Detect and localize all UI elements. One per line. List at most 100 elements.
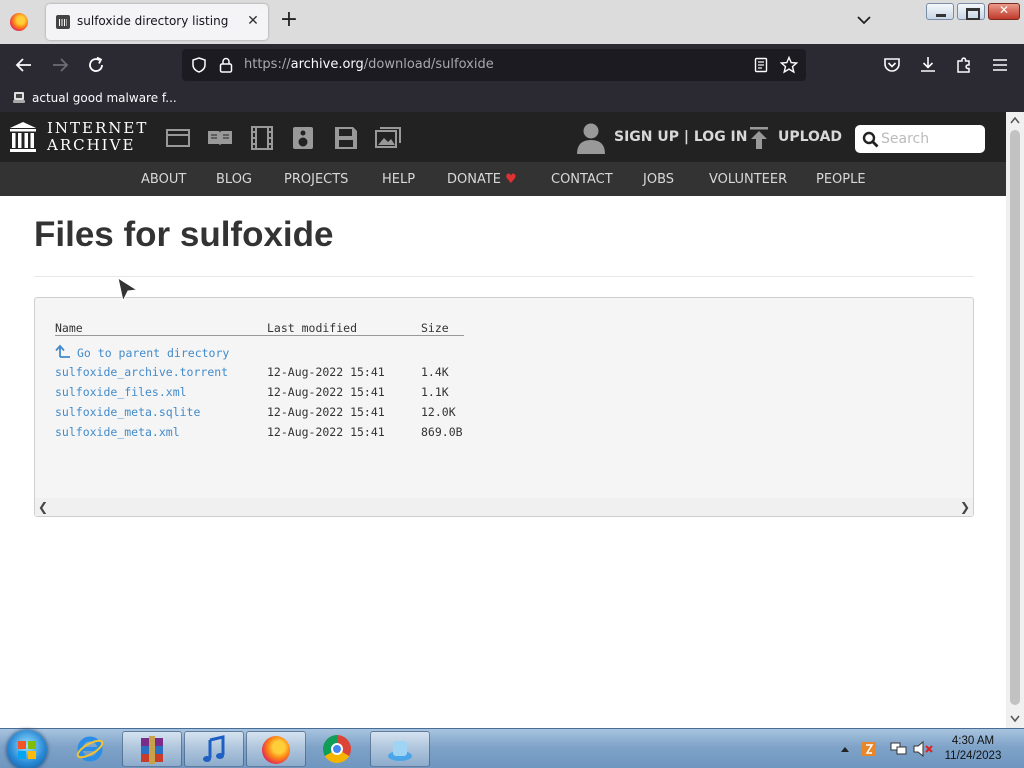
page-title: Files for sulfoxide — [34, 215, 334, 254]
file-modified: 12-Aug-2022 15:41 — [267, 405, 385, 419]
nav-jobs[interactable]: JOBS — [643, 172, 674, 187]
title-divider — [34, 276, 974, 277]
reader-view-icon[interactable] — [753, 57, 769, 73]
mouse-cursor-icon — [117, 277, 139, 303]
url-text[interactable]: https://archive.org/download/sulfoxide — [244, 57, 494, 72]
table-row: sulfoxide_archive.torrent 12-Aug-2022 15… — [55, 365, 535, 383]
extensions-puzzle-icon[interactable] — [954, 55, 974, 75]
nav-blog[interactable]: BLOG — [216, 172, 252, 187]
taskbar-chrome[interactable] — [308, 731, 368, 767]
ia-top-nav: INTERNET ARCHIVE SIGN UP | LOG IN UPLOAD… — [0, 112, 1006, 162]
tab-close-icon[interactable]: ✕ — [246, 12, 260, 30]
nav-donate[interactable]: DONATE ♥ — [447, 172, 517, 187]
header-divider — [55, 335, 464, 336]
texts-book-icon[interactable] — [207, 128, 233, 148]
nav-projects[interactable]: PROJECTS — [284, 172, 348, 187]
firefox-icon — [262, 736, 290, 764]
audio-speaker-icon[interactable] — [292, 126, 314, 150]
software-floppy-icon[interactable] — [334, 126, 358, 150]
bookmark-star-icon[interactable] — [780, 56, 798, 74]
tray-volume-muted-icon[interactable] — [913, 741, 933, 757]
pocket-icon[interactable] — [882, 55, 902, 75]
start-button[interactable] — [7, 730, 47, 768]
sign-up-log-in-link[interactable]: SIGN UP | LOG IN — [614, 129, 747, 145]
nav-volunteer[interactable]: VOLUNTEER — [709, 172, 787, 187]
table-row: sulfoxide_files.xml 12-Aug-2022 15:41 1.… — [55, 385, 535, 403]
scroll-up-arrow-icon[interactable] — [1010, 116, 1020, 124]
windows-taskbar: 4:30 AM 11/24/2023 — [0, 728, 1024, 768]
ia-search-box[interactable] — [855, 125, 985, 153]
firefox-menu-icon[interactable] — [10, 13, 28, 31]
tab-title: sulfoxide directory listing — [77, 14, 229, 28]
heart-icon: ♥ — [505, 172, 517, 187]
column-header-name[interactable]: Name — [55, 321, 83, 335]
tray-app-icon[interactable] — [861, 741, 877, 757]
file-link[interactable]: sulfoxide_meta.xml — [55, 425, 180, 439]
directory-listing: Name Last modified Size Go to parent dir… — [34, 297, 974, 517]
web-archive-icon[interactable] — [166, 128, 190, 148]
nav-people[interactable]: PEOPLE — [816, 172, 866, 187]
tab-list-chevron-down-icon[interactable] — [854, 10, 874, 30]
logo-line-2: ARCHIVE — [47, 136, 136, 154]
scroll-right-arrow-icon[interactable]: ❯ — [957, 498, 973, 516]
nav-about[interactable]: ABOUT — [141, 172, 186, 187]
file-modified: 12-Aug-2022 15:41 — [267, 365, 385, 379]
back-arrow-icon[interactable] — [14, 55, 34, 75]
file-link[interactable]: sulfoxide_archive.torrent — [55, 365, 228, 379]
bookmark-label: actual good malware f... — [32, 91, 177, 105]
table-row: sulfoxide_meta.sqlite 12-Aug-2022 15:41 … — [55, 405, 535, 423]
hamburger-menu-icon[interactable] — [990, 55, 1010, 75]
tray-show-hidden-icon[interactable] — [840, 745, 850, 753]
taskbar-itunes[interactable] — [184, 731, 244, 767]
file-size: 1.4K — [421, 365, 449, 379]
file-size: 869.0B — [421, 425, 463, 439]
video-film-icon[interactable] — [250, 126, 274, 150]
reload-icon[interactable] — [86, 55, 106, 75]
logo-line-1: INTERNET — [47, 119, 149, 137]
new-tab-plus-icon[interactable]: + — [279, 8, 299, 32]
nav-contact[interactable]: CONTACT — [551, 172, 613, 187]
internet-explorer-icon — [76, 736, 104, 762]
bookmark-favicon-icon — [13, 92, 25, 103]
window-restore-button[interactable] — [957, 3, 985, 20]
user-avatar-icon[interactable] — [576, 121, 606, 155]
ia-temple-logo-icon — [10, 122, 36, 152]
taskbar-app[interactable] — [370, 731, 430, 767]
taskbar-firefox[interactable] — [246, 731, 306, 767]
scrollbar-thumb[interactable] — [1010, 130, 1020, 705]
tray-network-icon[interactable] — [890, 741, 908, 757]
tracking-shield-icon[interactable] — [190, 56, 208, 74]
vertical-scrollbar[interactable] — [1006, 112, 1024, 728]
windows-logo-icon — [18, 741, 36, 759]
nav-help[interactable]: HELP — [382, 172, 415, 187]
horizontal-scrollbar[interactable]: ❮ ❯ — [35, 498, 973, 516]
column-header-size[interactable]: Size — [421, 321, 449, 335]
file-link[interactable]: sulfoxide_files.xml — [55, 385, 187, 399]
window-minimize-button[interactable] — [926, 3, 954, 20]
images-picture-icon[interactable] — [375, 127, 401, 149]
ia-search-input[interactable] — [881, 130, 979, 148]
clock-date: 11/24/2023 — [944, 750, 1002, 762]
padlock-icon[interactable] — [218, 56, 234, 74]
chrome-icon — [323, 735, 351, 763]
forward-arrow-icon[interactable] — [50, 55, 70, 75]
scroll-left-arrow-icon[interactable]: ❮ — [35, 498, 51, 516]
window-close-button[interactable] — [988, 3, 1020, 20]
downloads-icon[interactable] — [918, 55, 938, 75]
file-link[interactable]: sulfoxide_meta.sqlite — [55, 405, 200, 419]
app-icon — [388, 741, 412, 761]
column-header-last-modified[interactable]: Last modified — [267, 321, 357, 335]
clock-time: 4:30 AM — [951, 735, 995, 747]
taskbar-internet-explorer[interactable] — [60, 731, 120, 767]
upload-arrow-icon[interactable] — [749, 126, 769, 150]
parent-directory-link[interactable]: Go to parent directory — [55, 344, 255, 362]
up-arrow-icon — [55, 344, 70, 358]
ia-secondary-nav: ABOUT BLOG PROJECTS HELP DONATE ♥ CONTAC… — [0, 162, 1006, 196]
nav-donate-label: DONATE — [447, 172, 502, 187]
taskbar-winrar[interactable] — [122, 731, 182, 767]
address-bar[interactable]: https://archive.org/download/sulfoxide — [182, 49, 806, 81]
tray-clock[interactable]: 4:30 AM 11/24/2023 — [938, 734, 1008, 764]
browser-tab-active[interactable]: sulfoxide directory listing ✕ — [46, 4, 268, 40]
scroll-down-arrow-icon[interactable] — [1010, 715, 1020, 723]
upload-link[interactable]: UPLOAD — [778, 129, 842, 145]
